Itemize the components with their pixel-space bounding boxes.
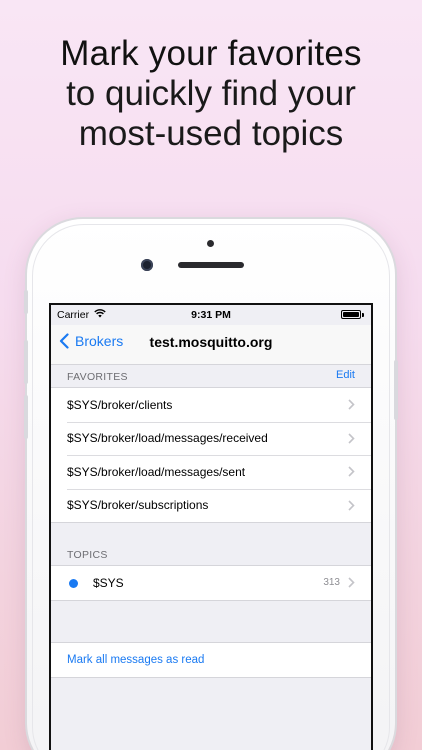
favorite-topic-label: $SYS/broker/load/messages/sent bbox=[67, 464, 246, 479]
topics-list: $SYS 313 bbox=[51, 565, 371, 601]
favorites-header-label: FAVORITES bbox=[67, 371, 128, 383]
favorite-row[interactable]: $SYS/broker/load/messages/sent bbox=[51, 455, 371, 489]
topic-label: $SYS bbox=[93, 575, 124, 590]
headline-line-1: Mark your favorites bbox=[60, 34, 362, 73]
favorite-topic-label: $SYS/broker/subscriptions bbox=[67, 498, 209, 513]
mark-all-read-button[interactable]: Mark all messages as read bbox=[67, 654, 204, 666]
favorite-row[interactable]: $SYS/broker/clients bbox=[51, 388, 371, 422]
topics-section-header: TOPICS bbox=[51, 543, 371, 565]
topic-row[interactable]: $SYS 313 bbox=[51, 566, 371, 600]
edit-button[interactable]: Edit bbox=[336, 369, 355, 381]
topics-header-label: TOPICS bbox=[67, 549, 108, 561]
favorite-row[interactable]: $SYS/broker/load/messages/received bbox=[51, 421, 371, 456]
chevron-right-icon bbox=[348, 466, 355, 477]
front-camera bbox=[141, 259, 153, 271]
chevron-right-icon bbox=[348, 399, 355, 410]
actions-list: Mark all messages as read bbox=[51, 642, 371, 678]
favorites-section-header: FAVORITES Edit bbox=[51, 365, 371, 387]
favorite-topic-label: $SYS/broker/clients bbox=[67, 397, 173, 412]
chevron-right-icon bbox=[348, 577, 355, 588]
favorite-row[interactable]: $SYS/broker/subscriptions bbox=[51, 488, 371, 523]
headline: Mark your favorites to quickly find your… bbox=[0, 34, 422, 154]
favorites-list: $SYS/broker/clients $SYS/broker/load/mes… bbox=[51, 387, 371, 523]
side-button-left-1 bbox=[24, 290, 28, 314]
chevron-right-icon bbox=[348, 499, 355, 511]
status-time: 9:31 PM bbox=[191, 309, 231, 321]
message-count: 313 bbox=[323, 577, 340, 589]
favorite-topic-label: $SYS/broker/load/messages/received bbox=[67, 431, 268, 446]
battery-icon bbox=[341, 310, 361, 319]
side-button-left-3 bbox=[24, 395, 28, 439]
side-button-right bbox=[394, 360, 398, 420]
mark-all-read-row[interactable]: Mark all messages as read bbox=[51, 643, 371, 677]
page-title: test.mosquitto.org bbox=[149, 334, 273, 350]
headline-line-3: most-used topics bbox=[78, 114, 344, 153]
headline-line-2: to quickly find your bbox=[66, 74, 356, 113]
chevron-right-icon bbox=[348, 432, 355, 444]
sensor-dot bbox=[207, 240, 214, 247]
status-bar: Carrier 9:31 PM bbox=[51, 305, 371, 325]
earpiece-speaker bbox=[178, 262, 244, 268]
battery-tip bbox=[362, 313, 364, 317]
navigation-bar: Brokers test.mosquitto.org bbox=[51, 325, 371, 365]
unread-dot-icon bbox=[69, 579, 78, 588]
side-button-left-2 bbox=[24, 340, 28, 384]
app-screen: Carrier 9:31 PM Brokers test.mosquitto.o… bbox=[49, 303, 373, 750]
